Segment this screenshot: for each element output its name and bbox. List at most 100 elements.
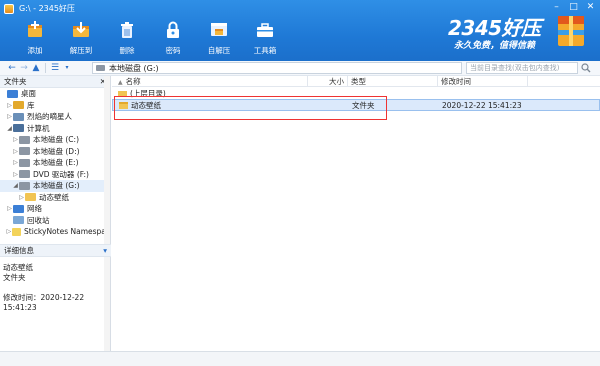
search-icon[interactable] [580, 62, 592, 74]
app-window: G:\ - 2345好压 – □ ✕ 添加 解压到 删除 密码 自解压 工具箱 … [0, 0, 600, 366]
drive-icon [19, 181, 30, 190]
sidebar-item[interactable]: ◢ 本地磁盘 (G:) [0, 180, 110, 192]
self-extract-label: 自解压 [207, 46, 231, 55]
expand-arrow-icon[interactable]: ◢ [6, 125, 13, 132]
file-list-header: ▲ 名称 大小 类型 修改时间 [112, 75, 600, 87]
column-type[interactable]: 类型 [348, 75, 438, 87]
password-label: 密码 [165, 46, 181, 55]
column-size[interactable]: 大小 [308, 75, 348, 87]
up-icon[interactable]: ▲ [30, 62, 42, 74]
address-bar[interactable]: 本地磁盘 (G:) [92, 62, 462, 74]
delete-icon [116, 19, 138, 41]
recycle-bin-icon [13, 216, 24, 225]
add-label: 添加 [27, 46, 43, 55]
expand-arrow-icon[interactable]: ◢ [12, 182, 19, 189]
sidebar-item[interactable]: ▷ 本地磁盘 (C:) [0, 134, 110, 146]
sidebar-item-label: 本地磁盘 (D:) [33, 146, 80, 156]
add-archive-icon [24, 19, 46, 41]
expand-arrow-icon[interactable]: ▷ [12, 136, 19, 143]
network-icon [13, 204, 24, 213]
folder-panel-header: 文件夹 ✕ [0, 76, 110, 88]
sidebar-item-label: 动态壁纸 [39, 192, 69, 202]
sidebar-item-label: 回收站 [27, 215, 50, 225]
folder-icon [25, 193, 36, 202]
sidebar-item-label: 本地磁盘 (C:) [33, 135, 79, 145]
details-name: 动态壁纸 [3, 263, 33, 272]
sidebar-item[interactable]: ▷ 网络 [0, 203, 110, 215]
sidebar-item[interactable]: ◢ 计算机 [0, 123, 110, 135]
sidebar-item-label: 本地磁盘 (G:) [33, 181, 80, 191]
forward-icon[interactable]: → [18, 62, 30, 74]
expand-arrow-icon[interactable]: ▷ [6, 228, 12, 235]
navigation-bar: ← → ▲ ☰ ▾ 本地磁盘 (G:) 当前目录查找(双击包内查找) [0, 61, 600, 76]
folder-panel-title: 文件夹 [4, 77, 27, 86]
brand: 2345好压 永久免费，值得信赖 [438, 6, 588, 56]
computer-icon [13, 124, 24, 133]
table-row[interactable]: 动态壁纸 文件夹 2020-12-22 15:41:23 [112, 99, 600, 111]
window-title: G:\ - 2345好压 [19, 4, 75, 13]
details-type: 文件夹 [3, 273, 26, 282]
expand-arrow-icon[interactable]: ▷ [6, 113, 13, 120]
search-input[interactable]: 当前目录查找(双击包内查找) [466, 62, 578, 74]
delete-button[interactable]: 删除 [104, 17, 150, 59]
expand-arrow-icon[interactable]: ▷ [12, 159, 19, 166]
password-icon [162, 19, 184, 41]
toolbox-label: 工具箱 [253, 46, 277, 55]
file-type-cell: 文件夹 [352, 100, 375, 110]
password-button[interactable]: 密码 [150, 17, 196, 59]
sidebar-item-label: 烈焰的嘀星人 [27, 112, 72, 122]
drive-icon [19, 158, 30, 167]
toolbox-icon [254, 19, 276, 41]
collapse-details-icon[interactable]: ▾ [103, 246, 107, 255]
sidebar-item[interactable]: ▷ 本地磁盘 (E:) [0, 157, 110, 169]
back-icon[interactable]: ← [6, 62, 18, 74]
sidebar-item-label: 网络 [27, 204, 42, 214]
sidebar-item[interactable]: ▷ StickyNotes Namespac [0, 226, 110, 238]
toolbar: 添加 解压到 删除 密码 自解压 工具箱 [12, 17, 288, 59]
expand-arrow-icon[interactable]: ▷ [12, 148, 19, 155]
details-panel: 详细信息 ▾ 动态壁纸 文件夹 修改时间：2020-12-22 15:41:23 [0, 244, 111, 351]
column-date[interactable]: 修改时间 [438, 75, 528, 87]
view-dropdown-icon[interactable]: ▾ [61, 62, 73, 74]
sidebar-item-label: StickyNotes Namespac [24, 227, 110, 237]
sidebar-item[interactable]: ▷ 烈焰的嘀星人 [0, 111, 110, 123]
expand-arrow-icon[interactable]: ▷ [6, 102, 13, 109]
sidebar-item[interactable]: ▷ 本地磁盘 (D:) [0, 146, 110, 158]
dvd-icon [19, 170, 30, 179]
file-size-cell [309, 100, 349, 111]
sidebar-item[interactable]: 回收站 [0, 215, 110, 227]
toolbox-button[interactable]: 工具箱 [242, 17, 288, 59]
column-name[interactable]: ▲ 名称 [112, 75, 308, 87]
expand-arrow-icon[interactable]: ▷ [6, 205, 13, 212]
view-icon[interactable]: ☰ [49, 62, 61, 74]
drive-icon [19, 147, 30, 156]
extract-to-label: 解压到 [69, 46, 93, 55]
address-path: 本地磁盘 (G:) [109, 63, 159, 73]
file-name-cell: 动态壁纸 [113, 100, 309, 111]
file-list: ▲ 名称 大小 类型 修改时间 (上层目录) 动态壁纸 文件夹 2020-12-2… [112, 75, 600, 351]
add-button[interactable]: 添加 [12, 17, 58, 59]
sidebar-item[interactable]: ▷ 库 [0, 100, 110, 112]
sidebar-item-label: 库 [27, 100, 35, 110]
status-bar [0, 351, 600, 366]
sidebar-item[interactable]: ▷ DVD 驱动器 (F:) [0, 169, 110, 181]
folder-tree: 桌面 ▷ 库 ▷ 烈焰的嘀星人 ◢ 计算机 ▷ 本地磁盘 (C:) ▷ 本地磁盘 (D:) ▷ 本地磁盘… [0, 88, 110, 238]
file-date-cell: 2020-12-22 15:41:23 [442, 100, 522, 110]
self-extract-button[interactable]: 自解压 [196, 17, 242, 59]
expand-arrow-icon[interactable]: ▷ [12, 171, 19, 178]
expand-arrow-icon[interactable]: ▷ [18, 194, 25, 201]
sidebar-item[interactable]: ▷ 动态壁纸 [0, 192, 110, 204]
details-panel-header: 详细信息 ▾ [0, 245, 111, 257]
brand-logo: 2345好压 [448, 16, 541, 40]
table-row[interactable]: (上层目录) [112, 87, 600, 99]
sidebar-item-label: 本地磁盘 (E:) [33, 158, 79, 168]
extract-to-button[interactable]: 解压到 [58, 17, 104, 59]
drive-icon [96, 65, 105, 71]
parent-dir-cell: (上层目录) [112, 88, 308, 99]
drive-icon [19, 135, 30, 144]
divider [45, 63, 46, 73]
sticky-notes-icon [11, 227, 22, 236]
sidebar-item[interactable]: 桌面 [0, 88, 110, 100]
ribbon: G:\ - 2345好压 – □ ✕ 添加 解压到 删除 密码 自解压 工具箱 … [0, 0, 600, 61]
parent-folder-icon [118, 90, 127, 97]
